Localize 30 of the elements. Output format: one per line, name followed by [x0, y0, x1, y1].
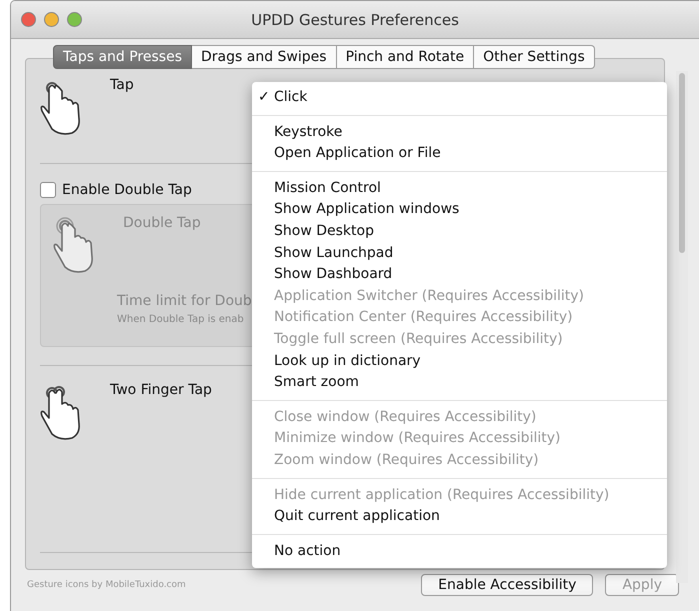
menu-item[interactable]: Open Application or File [252, 143, 667, 165]
scrollbar[interactable] [676, 71, 688, 583]
menu-item[interactable]: No action [252, 540, 667, 562]
menu-item[interactable]: Quit current application [252, 506, 667, 528]
gesture-title: Double Tap [123, 215, 201, 231]
window-title: UPDD Gestures Preferences [251, 10, 459, 28]
gesture-title: Tap [110, 77, 134, 93]
hint-text: When Double Tap is enab [117, 314, 244, 325]
zoom-button[interactable] [67, 12, 82, 27]
menu-item[interactable]: Show Dashboard [252, 264, 667, 286]
credit-text: Gesture icons by MobileTuxido.com [27, 580, 186, 590]
menu-item[interactable]: Mission Control [252, 178, 667, 200]
menu-item[interactable]: Smart zoom [252, 372, 667, 394]
tab[interactable]: Drags and Swipes [192, 45, 337, 69]
push-button[interactable]: Enable Accessibility [421, 574, 594, 596]
tab[interactable]: Pinch and Rotate [336, 45, 474, 69]
menu-item[interactable]: Show Launchpad [252, 242, 667, 264]
menu-item[interactable]: Look up in dictionary [252, 350, 667, 372]
minimize-button[interactable] [44, 12, 59, 27]
menu-item[interactable]: Keystroke [252, 122, 667, 144]
tab[interactable]: Taps and Presses [53, 45, 192, 69]
checkmark: ✓ [258, 89, 270, 105]
checkbox-label: Enable Double Tap [62, 182, 192, 198]
time-limit-label: Time limit for Doub [117, 293, 252, 309]
menu-item[interactable]: Show Desktop [252, 220, 667, 243]
gesture-title: Two Finger Tap [110, 382, 212, 398]
tab[interactable]: Other Settings [474, 45, 595, 69]
menu-item[interactable]: Show Application windows [252, 199, 667, 221]
menu-item[interactable]: ✓ Click [252, 87, 667, 109]
close-button[interactable] [21, 12, 36, 27]
